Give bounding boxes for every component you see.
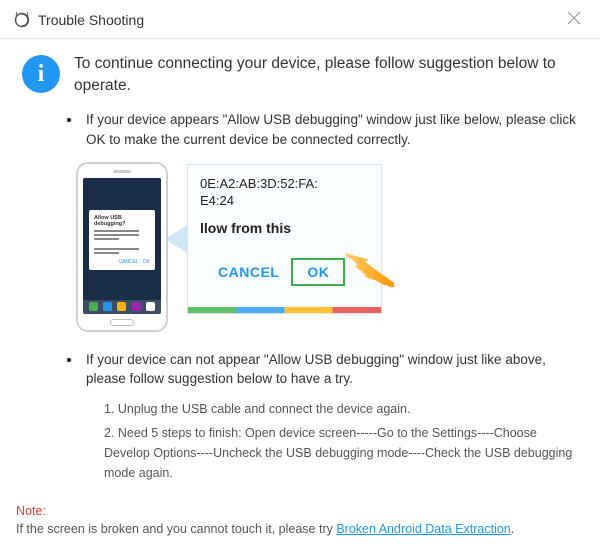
phone-dialog-line: [94, 248, 139, 250]
sub-steps: 1. Unplug the USB cable and connect the …: [104, 399, 578, 483]
phone-statusbar: [83, 178, 161, 186]
zoom-mac-line2: E4:24: [200, 192, 373, 210]
zoom-cancel-button: CANCEL: [218, 264, 279, 280]
footer-note: Note: If the screen is broken and you ca…: [16, 502, 584, 540]
dock-icon: [89, 302, 98, 311]
phone-screen: Allow USB debugging? CANCEL OK: [83, 178, 161, 314]
zoom-bottom-stripe: [188, 307, 381, 313]
step-text: 2. Need 5 steps to finish: Open device s…: [104, 423, 578, 483]
phone-dialog: Allow USB debugging? CANCEL OK: [89, 210, 155, 270]
phone-ok-button: OK: [143, 259, 150, 265]
zoom-ok-label: OK: [307, 264, 329, 280]
list-item: If your device appears "Allow USB debugg…: [82, 110, 578, 331]
note-text: If the screen is broken and you cannot t…: [16, 522, 336, 536]
bullet-text: If your device can not appear "Allow USB…: [86, 350, 578, 389]
app-icon: [14, 12, 30, 28]
zoom-panel: 0E:A2:AB:3D:52:FA: E4:24 llow from this …: [187, 164, 382, 314]
titlebar-left: Trouble Shooting: [14, 12, 144, 28]
zoom-ok-button: OK: [291, 258, 345, 286]
dock-icon: [146, 302, 155, 311]
broken-android-link[interactable]: Broken Android Data Extraction: [336, 522, 510, 536]
note-label: Note:: [16, 504, 46, 518]
arrow-icon: [345, 253, 395, 290]
header-row: i To continue connecting your device, pl…: [22, 53, 578, 96]
close-button[interactable]: [562, 8, 586, 32]
phone-speaker: [113, 170, 131, 173]
phone-dialog-line: [94, 238, 119, 240]
phone-dialog-line: [94, 230, 139, 232]
list-item: If your device can not appear "Allow USB…: [82, 350, 578, 483]
step-text: 1. Unplug the USB cable and connect the …: [104, 399, 578, 419]
dock-icon: [132, 302, 141, 311]
phone-dialog-buttons: CANCEL OK: [94, 259, 150, 265]
phone-dialog-line: [94, 234, 139, 236]
note-suffix: .: [511, 522, 514, 536]
zoom-mac-line1: 0E:A2:AB:3D:52:FA:: [200, 175, 373, 193]
phone-home-button: [110, 319, 134, 326]
window-title: Trouble Shooting: [38, 12, 144, 28]
phone-mockup: Allow USB debugging? CANCEL OK: [76, 162, 168, 332]
main-instruction: To continue connecting your device, plea…: [74, 53, 578, 96]
zoom-button-row: CANCEL OK: [218, 258, 373, 286]
illustration: Allow USB debugging? CANCEL OK: [76, 162, 578, 332]
phone-dialog-title: Allow USB debugging?: [94, 215, 150, 227]
info-icon: i: [22, 55, 60, 93]
bullet-text: If your device appears "Allow USB debugg…: [86, 110, 578, 149]
zoom-prompt-fragment: llow from this: [200, 220, 373, 236]
dock-icon: [103, 302, 112, 311]
phone-dialog-line: [94, 252, 119, 254]
callout-connector: [165, 225, 187, 253]
content-area: i To continue connecting your device, pl…: [0, 39, 600, 511]
phone-cancel-button: CANCEL: [118, 259, 138, 265]
titlebar: Trouble Shooting: [0, 0, 600, 39]
phone-dock: [83, 300, 161, 314]
instruction-list: If your device appears "Allow USB debugg…: [82, 110, 578, 482]
dock-icon: [117, 302, 126, 311]
